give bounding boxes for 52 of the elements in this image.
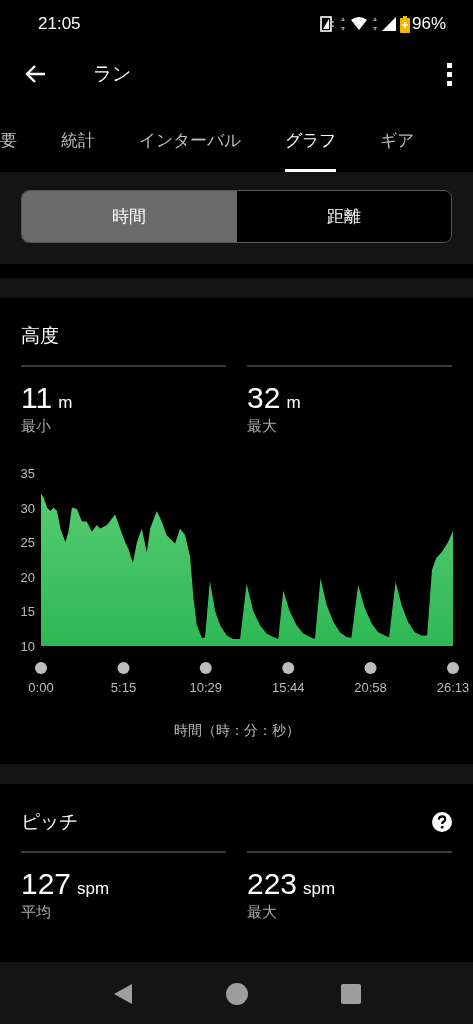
y-tick-label: 30	[20, 500, 35, 516]
stat-label: 最大	[247, 417, 278, 436]
stat-value: 11	[21, 381, 53, 414]
stat-unit: m	[286, 393, 301, 412]
battery-percent: 96%	[411, 14, 446, 34]
stat-unit: m	[58, 393, 73, 412]
x-tick-label: 26:13	[436, 680, 470, 695]
axis-title: 時間（時：分：秒）	[173, 722, 300, 738]
vibrate-icon	[319, 15, 336, 33]
y-tick-label: 25	[20, 535, 35, 551]
tab[interactable]: インターバル	[139, 100, 241, 172]
segment-button[interactable]: 時間	[22, 191, 237, 242]
stat-label: 最大	[247, 903, 278, 922]
tab[interactable]: ギア	[380, 100, 414, 172]
clock: 21:05	[38, 14, 81, 34]
stat-unit: spm	[303, 879, 336, 898]
section-title: 高度	[21, 324, 60, 348]
screen-title: ラン	[93, 62, 132, 86]
battery-icon	[399, 15, 410, 33]
stat-label: 平均	[21, 903, 52, 922]
data-arrows-icon	[339, 16, 346, 32]
section-title: ピッチ	[21, 810, 79, 834]
x-tick-label: 15:44	[272, 680, 305, 695]
tab[interactable]: 統計	[61, 100, 95, 172]
help-icon[interactable]	[432, 812, 452, 832]
stat-value: 32	[247, 381, 281, 414]
segment-button[interactable]: 距離	[236, 191, 451, 242]
stat-label: 最小	[21, 417, 52, 436]
stat-unit: spm	[77, 879, 110, 898]
recents-icon[interactable]	[339, 983, 362, 1005]
signal-icon	[381, 17, 396, 31]
x-tick-label: 5:15	[110, 680, 137, 695]
y-tick-label: 10	[20, 639, 35, 654]
y-tick-label: 35	[20, 466, 35, 481]
tick-marker	[35, 662, 47, 674]
wifi-icon	[349, 16, 368, 32]
y-tick-label: 15	[20, 604, 35, 620]
y-tick-label: 20	[20, 569, 35, 585]
x-tick-label: 0:00	[28, 680, 54, 695]
stat-value: 223	[247, 867, 298, 900]
tab[interactable]: 要	[0, 100, 17, 172]
data-arrows-icon	[371, 16, 378, 32]
tick-marker	[364, 662, 377, 674]
stat-value: 127	[21, 867, 72, 900]
tick-marker	[282, 662, 295, 674]
tick-marker	[447, 662, 459, 674]
tick-marker	[199, 662, 212, 674]
more-menu-icon[interactable]	[447, 62, 453, 86]
x-tick-label: 20:58	[354, 680, 387, 695]
tick-marker	[117, 662, 130, 674]
x-tick-label: 10:29	[189, 680, 222, 695]
home-icon[interactable]	[225, 983, 248, 1005]
